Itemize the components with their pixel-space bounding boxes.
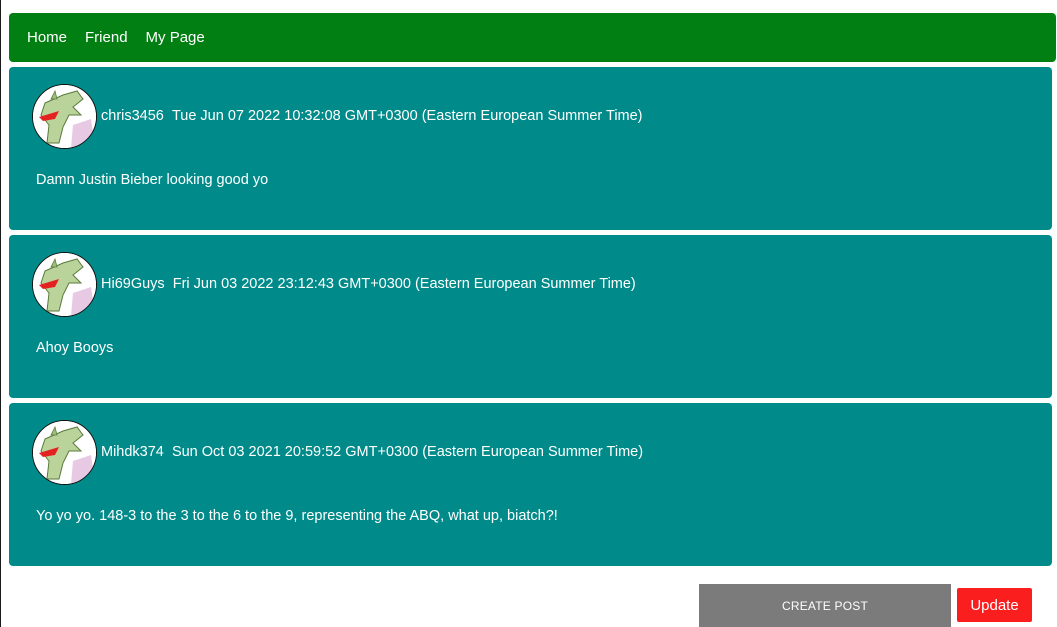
post-timestamp: Tue Jun 07 2022 10:32:08 GMT+0300 (Easte… bbox=[171, 108, 643, 124]
post-card: Mihdk374 Sun Oct 03 2021 20:59:52 GMT+03… bbox=[9, 403, 1052, 566]
post-author[interactable]: Mihdk374 bbox=[101, 444, 164, 460]
post-author[interactable]: Hi69Guys bbox=[101, 276, 165, 292]
post-author[interactable]: chris3456 bbox=[101, 108, 164, 124]
nav-friend-link[interactable]: Friend bbox=[85, 29, 128, 46]
avatar[interactable] bbox=[32, 252, 97, 317]
post-card: chris3456 Tue Jun 07 2022 10:32:08 GMT+0… bbox=[9, 67, 1052, 230]
nav-my-page-link[interactable]: My Page bbox=[146, 29, 205, 46]
post-body: Yo yo yo. 148-3 to the 3 to the 6 to the… bbox=[36, 508, 558, 524]
dinosaur-avatar-icon bbox=[33, 253, 96, 316]
dinosaur-avatar-icon bbox=[33, 85, 96, 148]
post-header: Hi69Guys Fri Jun 03 2022 23:12:43 GMT+03… bbox=[101, 276, 636, 292]
dinosaur-avatar-icon bbox=[33, 421, 96, 484]
avatar[interactable] bbox=[32, 84, 97, 149]
create-post-button[interactable]: CREATE POST bbox=[699, 584, 951, 627]
post-timestamp: Sun Oct 03 2021 20:59:52 GMT+0300 (Easte… bbox=[171, 444, 644, 460]
post-header: Mihdk374 Sun Oct 03 2021 20:59:52 GMT+03… bbox=[101, 444, 643, 460]
post-body: Damn Justin Bieber looking good yo bbox=[36, 172, 269, 188]
nav-home-link[interactable]: Home bbox=[27, 29, 67, 46]
top-navbar: Home Friend My Page bbox=[9, 13, 1056, 62]
post-timestamp: Fri Jun 03 2022 23:12:43 GMT+0300 (Easte… bbox=[172, 276, 636, 292]
post-card: Hi69Guys Fri Jun 03 2022 23:12:43 GMT+03… bbox=[9, 235, 1052, 398]
post-body: Ahoy Booys bbox=[36, 340, 114, 356]
app-frame: Home Friend My Page chris3456 Tue Jun 07… bbox=[0, 0, 1057, 627]
post-header: chris3456 Tue Jun 07 2022 10:32:08 GMT+0… bbox=[101, 108, 643, 124]
update-button[interactable]: Update bbox=[957, 588, 1032, 622]
avatar[interactable] bbox=[32, 420, 97, 485]
